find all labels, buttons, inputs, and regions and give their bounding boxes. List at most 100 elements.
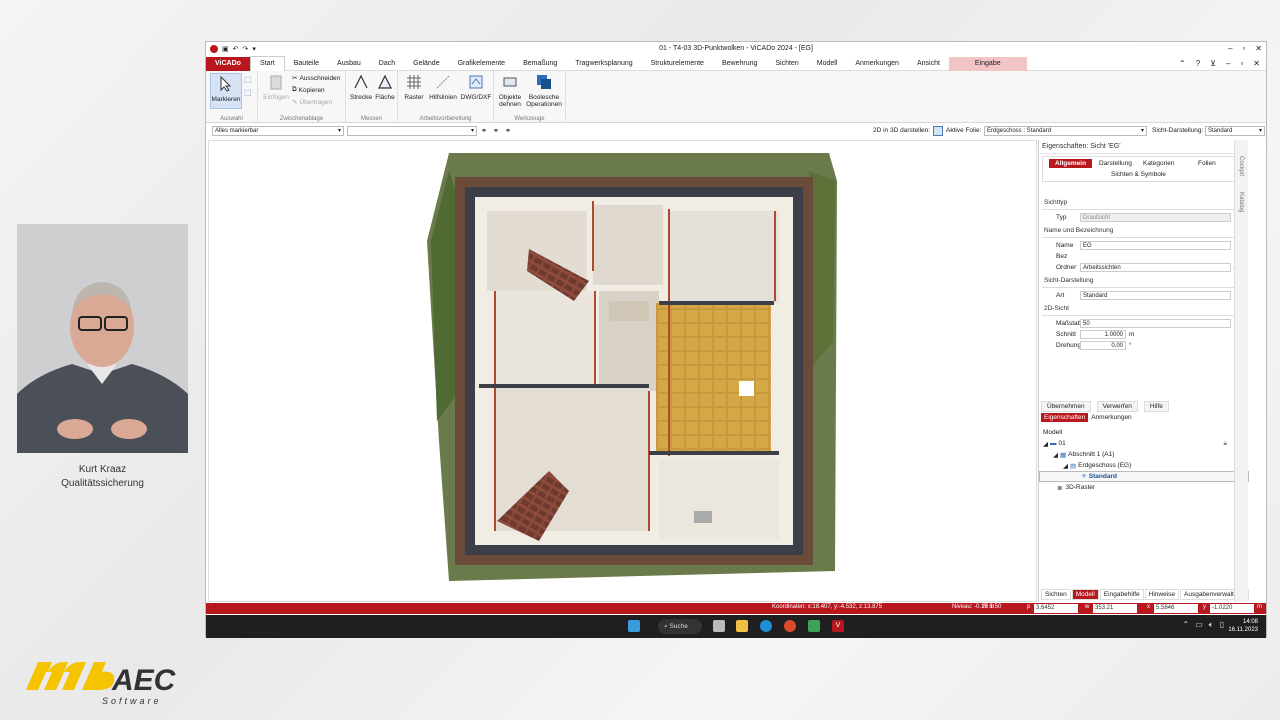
explorer-icon[interactable] — [736, 620, 748, 632]
tab-dach[interactable]: Dach — [370, 57, 404, 71]
tab-strukturelemente[interactable]: Strukturelemente — [642, 57, 713, 71]
tab-sichten[interactable]: Sichten — [766, 57, 807, 71]
objekte-dehnen-button[interactable]: Objekte dehnen — [496, 74, 524, 108]
aktive-folie-select[interactable]: Erdgeschoss : Standard — [984, 126, 1147, 136]
taskbar-clock[interactable]: 14:08 16.11.2023 — [1228, 618, 1258, 634]
vicado-taskbar-icon[interactable]: V — [832, 620, 844, 632]
select-mode-icon[interactable]: ⬚ — [244, 75, 252, 84]
tab-sichten-panel[interactable]: Sichten — [1041, 589, 1071, 600]
doc-minimize-icon[interactable]: – — [1226, 59, 1230, 68]
tab-bewehrung[interactable]: Bewehrung — [713, 57, 766, 71]
hilfslinien-button[interactable]: Hilfslinien — [428, 74, 458, 101]
minimize-icon[interactable]: – — [1228, 44, 1232, 53]
sicht-darstellung-select[interactable]: Standard — [1205, 126, 1265, 136]
tree-item-erdgeschoss[interactable]: ◢▤Erdgeschoss (EG)👁︎ — [1039, 460, 1249, 471]
tab-allgemein[interactable]: Allgemein — [1049, 159, 1093, 168]
show-3d-toggle-icon[interactable] — [933, 126, 943, 136]
tree-item-abschnitt[interactable]: ◢▦Abschnitt 1 (A1)👁︎ — [1039, 449, 1249, 460]
tab-folien[interactable]: Folien — [1198, 160, 1216, 167]
tab-start[interactable]: Start — [249, 56, 285, 71]
art-select[interactable]: Standard — [1080, 290, 1231, 300]
kopieren-button[interactable]: ⧉ Kopieren — [292, 86, 325, 94]
expand-icon[interactable]: ◢ — [1043, 440, 1048, 448]
einfuegen-button[interactable]: Einfügen — [261, 74, 291, 101]
x-input[interactable]: 5.5846 — [1154, 604, 1198, 613]
secondary-select[interactable] — [347, 126, 477, 136]
expand-icon[interactable]: ◢ — [1063, 462, 1068, 470]
task-view-icon[interactable] — [713, 620, 725, 632]
w-input[interactable]: 353.21 — [1093, 604, 1137, 613]
tray-chevron-icon[interactable]: ⌃ — [1183, 620, 1190, 630]
app-icon-red[interactable] — [784, 620, 796, 632]
markieren-button[interactable]: Markieren — [210, 73, 242, 109]
tab-anmerkungen-panel[interactable]: Anmerkungen — [1088, 413, 1134, 422]
drehung-field[interactable]: 0.00 — [1080, 340, 1126, 350]
tab-anmerkungen[interactable]: Anmerkungen — [846, 57, 908, 71]
doc-restore-icon[interactable]: ▫ — [1240, 59, 1243, 68]
tab-modell[interactable]: Modell — [808, 57, 847, 71]
raster-button[interactable]: Raster — [402, 74, 426, 101]
restore-icon[interactable]: ▫ — [1242, 44, 1245, 53]
section-2d-sicht[interactable]: 2D-Sicht — [1042, 302, 1245, 316]
tab-gelaende[interactable]: Gelände — [404, 57, 448, 71]
tree-item-3d-raster[interactable]: ≣ 3D-Raster — [1039, 482, 1249, 493]
tab-vicado[interactable]: ViCADo — [206, 56, 250, 71]
tab-kategorien[interactable]: Kategorien — [1143, 160, 1174, 167]
tab-eingabehilfe[interactable]: Eingabehilfe — [1099, 589, 1144, 600]
tab-modell-panel[interactable]: Modell — [1071, 589, 1099, 600]
uebertragen-button[interactable]: ✎ Übertragen — [292, 98, 332, 107]
tab-bauteile[interactable]: Bauteile — [285, 57, 328, 71]
taskbar-search[interactable]: ⌕ Suche — [658, 619, 702, 634]
p-input[interactable]: 3.6452 — [1034, 604, 1078, 613]
collapse-ribbon-icon[interactable]: ⌃ — [1179, 59, 1186, 68]
uebernehmen-button[interactable]: Übernehmen — [1041, 401, 1091, 412]
ausschneiden-button[interactable]: ✂ Ausschneiden — [292, 74, 340, 83]
pin-icon[interactable]: ⊻ — [1210, 59, 1216, 68]
drawing-canvas[interactable] — [208, 140, 1037, 602]
tab-bemassung[interactable]: Bemaßung — [514, 57, 566, 71]
tab-hinweise[interactable]: Hinweise — [1144, 589, 1179, 600]
lock-icon[interactable]: 🔒︎ — [1224, 440, 1227, 448]
tab-grafikelemente[interactable]: Grafikelemente — [449, 57, 514, 71]
binoculars-icon-2[interactable]: ⚭ — [493, 127, 499, 135]
tree-item-standard[interactable]: ≡Standard👁︎ — [1039, 471, 1249, 482]
flaeche-button[interactable]: Fläche — [374, 74, 396, 101]
tab-darstellung[interactable]: Darstellung — [1099, 160, 1132, 167]
display-icon[interactable]: ▭ — [1195, 620, 1203, 630]
strecke-button[interactable]: Strecke — [350, 74, 372, 101]
tab-sichten-symbole[interactable]: Sichten & Symbole — [1111, 171, 1166, 178]
help-icon[interactable]: ? — [1196, 59, 1200, 68]
select-window-icon[interactable]: ⬚ — [244, 88, 252, 97]
windows-start-icon[interactable] — [628, 620, 640, 632]
expand-icon[interactable]: ◢ — [1053, 451, 1058, 459]
binoculars-icon-3[interactable]: ⚭ — [505, 127, 511, 135]
speaker-icon[interactable]: 🔈︎ — [1209, 620, 1214, 630]
verwerfen-button[interactable]: Verwerfen — [1096, 401, 1138, 412]
tab-eigenschaften[interactable]: Eigenschaften — [1041, 413, 1089, 422]
tab-cockpit[interactable]: Cockpit — [1238, 156, 1244, 176]
tab-tragwerksplanung[interactable]: Tragwerksplanung — [566, 57, 641, 71]
dwg-dxf-button[interactable]: DWG/DXF — [460, 74, 492, 101]
tab-eingabe[interactable]: Eingabe — [948, 56, 1027, 71]
battery-icon[interactable]: ▯ — [1220, 620, 1224, 630]
window-close-icon[interactable]: ✕ — [1255, 44, 1262, 53]
section-sicht-darstellung[interactable]: Sicht-Darstellung — [1042, 274, 1245, 288]
massstab-select[interactable]: 50 — [1080, 318, 1231, 328]
y-input[interactable]: -1.0220 — [1210, 604, 1254, 613]
boolesche-operationen-button[interactable]: Boolesche Operationen — [524, 74, 564, 108]
tab-katalog[interactable]: Katalog — [1238, 192, 1244, 212]
hilfe-button[interactable]: Hilfe — [1143, 401, 1169, 412]
edge-icon[interactable] — [760, 620, 772, 632]
ordner-field[interactable]: Arbeitssichten — [1080, 262, 1231, 272]
filter-select[interactable]: Alles markierbar — [212, 126, 344, 136]
section-sichttyp[interactable]: Sichttyp — [1042, 196, 1245, 210]
name-field[interactable]: EG — [1080, 240, 1231, 250]
tree-item-01[interactable]: ◢▬01🔒︎👁︎ — [1039, 438, 1249, 449]
schnitt-field[interactable]: 1.0000 — [1080, 329, 1126, 339]
section-name[interactable]: Name und Bezeichnung — [1042, 224, 1245, 238]
doc-close-icon[interactable]: ✕ — [1253, 59, 1260, 68]
tab-ausbau[interactable]: Ausbau — [328, 57, 370, 71]
binoculars-icon-1[interactable]: ⚭ — [481, 127, 487, 135]
tab-ansicht[interactable]: Ansicht — [908, 57, 949, 71]
app-icon-green[interactable] — [808, 620, 820, 632]
